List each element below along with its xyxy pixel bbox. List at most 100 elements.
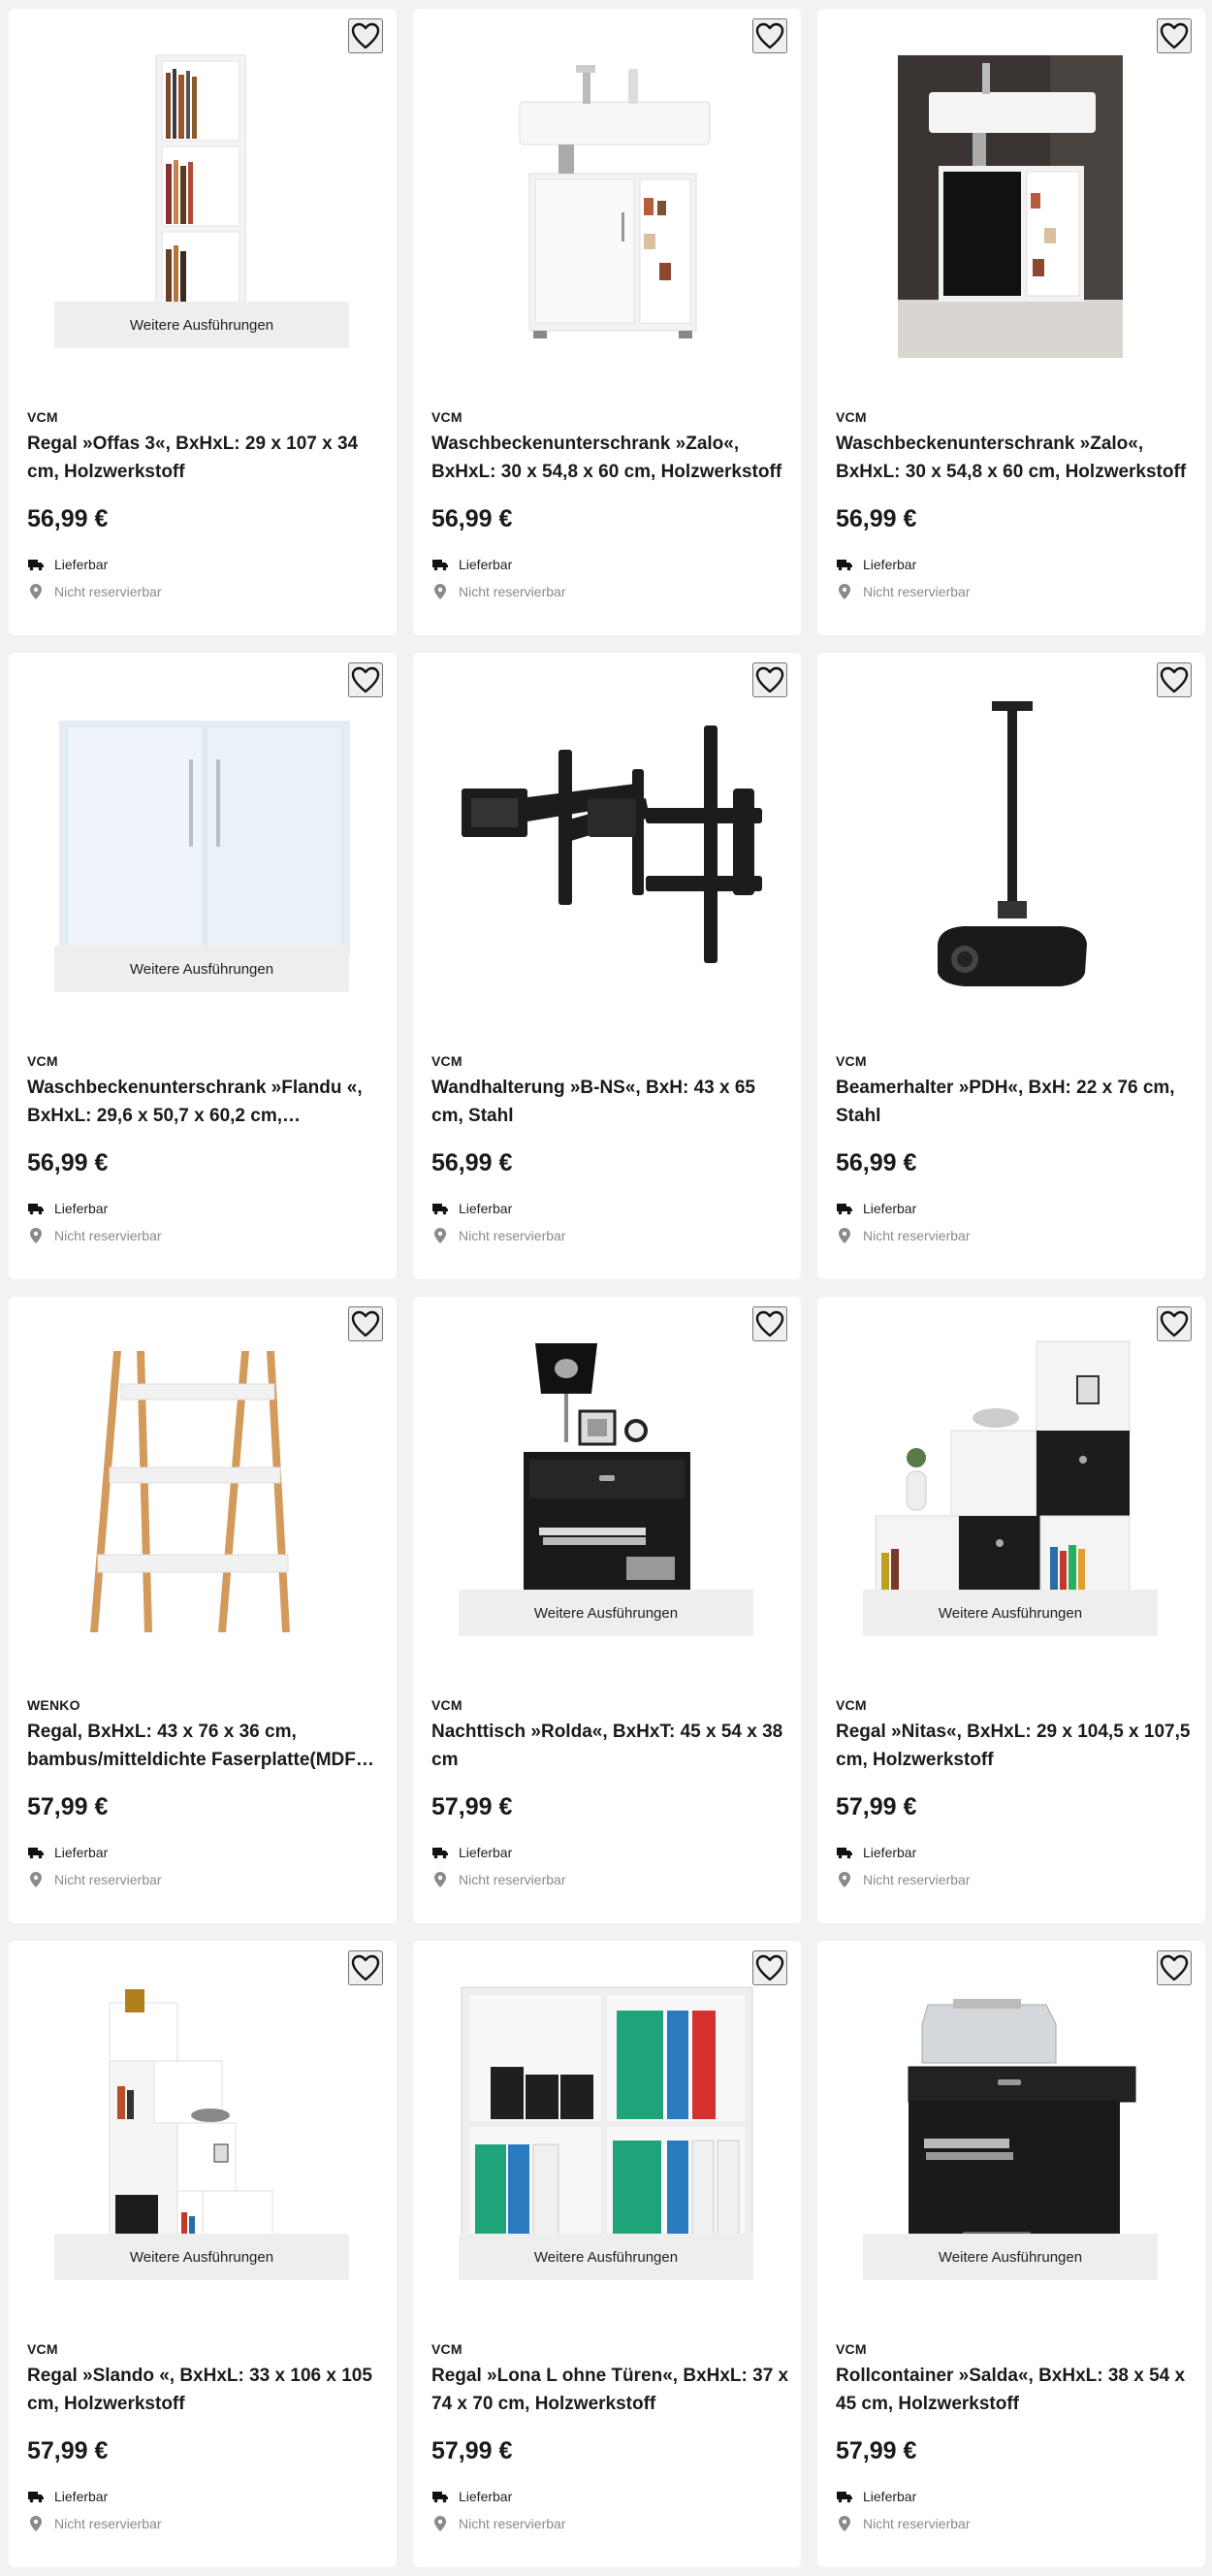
delivery-label: Lieferbar: [459, 1845, 513, 1860]
product-brand: VCM: [431, 409, 462, 425]
product-title[interactable]: Waschbeckenunterschrank »Flandu «, BxHxL…: [27, 1074, 386, 1130]
location-pin-icon: [434, 2516, 446, 2531]
wishlist-heart-icon[interactable]: [1157, 1950, 1192, 1985]
store-label: Nicht reservierbar: [54, 2516, 162, 2531]
location-pin-icon: [839, 584, 850, 599]
product-price: 56,99 €: [27, 1149, 109, 1176]
product-title[interactable]: Beamerhalter »PDH«, BxH: 22 x 76 cm, Sta…: [836, 1074, 1195, 1130]
tv-mount-image[interactable]: [413, 653, 801, 1041]
location-pin-icon: [839, 1872, 850, 1887]
product-price: 57,99 €: [836, 2437, 917, 2464]
store-label: Nicht reservierbar: [459, 584, 566, 599]
location-pin-icon: [434, 584, 446, 599]
product-title[interactable]: Regal »Slando «, BxHxL: 33 x 106 x 105 c…: [27, 2362, 386, 2418]
wishlist-heart-icon[interactable]: [1157, 662, 1192, 697]
store-label: Nicht reservierbar: [459, 1872, 566, 1887]
delivery-label: Lieferbar: [459, 1201, 513, 1216]
product-brand: VCM: [431, 1697, 462, 1713]
location-pin-icon: [30, 2516, 42, 2531]
store-status: Nicht reservierbar: [27, 2515, 161, 2532]
wishlist-heart-icon[interactable]: [752, 1950, 787, 1985]
truck-icon: [28, 2492, 44, 2503]
product-card[interactable]: Weitere Ausführungen VCM Regal »Nitas«, …: [817, 1297, 1205, 1923]
product-card[interactable]: Weitere Ausführungen VCM Waschbeckenunte…: [9, 653, 397, 1279]
product-card[interactable]: VCM Waschbeckenunterschrank »Zalo«, BxHx…: [413, 9, 801, 635]
more-variants-button[interactable]: Weitere Ausführungen: [459, 1590, 753, 1636]
sink-cabinet-white-image[interactable]: [413, 9, 801, 397]
store-status: Nicht reservierbar: [27, 583, 161, 600]
product-price: 57,99 €: [27, 2437, 109, 2464]
wishlist-heart-icon[interactable]: [1157, 1306, 1192, 1341]
delivery-status: Lieferbar: [836, 1200, 916, 1217]
product-title[interactable]: Nachttisch »Rolda«, BxHxT: 45 x 54 x 38 …: [431, 1718, 790, 1774]
sink-cabinet-black-image[interactable]: [817, 9, 1205, 397]
product-card[interactable]: VCM Beamerhalter »PDH«, BxH: 22 x 76 cm,…: [817, 653, 1205, 1279]
delivery-label: Lieferbar: [459, 557, 513, 572]
product-brand: VCM: [836, 2341, 867, 2357]
truck-icon: [28, 1848, 44, 1859]
product-title[interactable]: Wandhalterung »B-NS«, BxH: 43 x 65 cm, S…: [431, 1074, 790, 1130]
location-pin-icon: [839, 2516, 850, 2531]
wishlist-heart-icon[interactable]: [348, 1950, 383, 1985]
delivery-status: Lieferbar: [431, 2488, 512, 2505]
product-brand: WENKO: [27, 1697, 80, 1713]
product-card[interactable]: VCM Wandhalterung »B-NS«, BxH: 43 x 65 c…: [413, 653, 801, 1279]
delivery-status: Lieferbar: [431, 1200, 512, 1217]
location-pin-icon: [30, 1872, 42, 1887]
product-card[interactable]: VCM Waschbeckenunterschrank »Zalo«, BxHx…: [817, 9, 1205, 635]
product-card[interactable]: Weitere Ausführungen VCM Regal »Offas 3«…: [9, 9, 397, 635]
product-card[interactable]: Weitere Ausführungen VCM Regal »Slando «…: [9, 1941, 397, 2567]
truck-icon: [432, 1848, 448, 1859]
truck-icon: [432, 1204, 448, 1215]
delivery-label: Lieferbar: [863, 1845, 917, 1860]
product-card[interactable]: Weitere Ausführungen VCM Nachttisch »Rol…: [413, 1297, 801, 1923]
product-title[interactable]: Waschbeckenunterschrank »Zalo«, BxHxL: 3…: [431, 430, 790, 486]
product-brand: VCM: [431, 1053, 462, 1069]
more-variants-button[interactable]: Weitere Ausführungen: [54, 946, 349, 992]
delivery-status: Lieferbar: [27, 2488, 108, 2505]
store-status: Nicht reservierbar: [431, 583, 565, 600]
product-title[interactable]: Regal »Lona L ohne Türen«, BxHxL: 37 x 7…: [431, 2362, 790, 2418]
product-brand: VCM: [27, 2341, 58, 2357]
location-pin-icon: [839, 1228, 850, 1243]
product-card[interactable]: Weitere Ausführungen VCM Regal »Lona L o…: [413, 1941, 801, 2567]
wishlist-heart-icon[interactable]: [752, 662, 787, 697]
bamboo-shelf-image[interactable]: [9, 1297, 397, 1685]
product-title[interactable]: Regal »Offas 3«, BxHxL: 29 x 107 x 34 cm…: [27, 430, 386, 486]
product-card[interactable]: Weitere Ausführungen VCM Rollcontainer »…: [817, 1941, 1205, 2567]
delivery-status: Lieferbar: [431, 1844, 512, 1861]
delivery-status: Lieferbar: [836, 2488, 916, 2505]
more-variants-button[interactable]: Weitere Ausführungen: [863, 2234, 1158, 2280]
projector-mount-image[interactable]: [817, 653, 1205, 1041]
delivery-label: Lieferbar: [863, 1201, 917, 1216]
more-variants-button[interactable]: Weitere Ausführungen: [54, 302, 349, 348]
store-status: Nicht reservierbar: [836, 1227, 970, 1244]
product-brand: VCM: [836, 409, 867, 425]
product-card[interactable]: WENKO Regal, BxHxL: 43 x 76 x 36 cm, bam…: [9, 1297, 397, 1923]
wishlist-heart-icon[interactable]: [752, 1306, 787, 1341]
store-status: Nicht reservierbar: [27, 1227, 161, 1244]
product-title[interactable]: Regal, BxHxL: 43 x 76 x 36 cm, bambus/mi…: [27, 1718, 386, 1774]
truck-icon: [837, 1204, 852, 1215]
product-brand: VCM: [27, 1053, 58, 1069]
wishlist-heart-icon[interactable]: [348, 18, 383, 53]
product-title[interactable]: Waschbeckenunterschrank »Zalo«, BxHxL: 3…: [836, 430, 1195, 486]
store-status: Nicht reservierbar: [836, 583, 970, 600]
wishlist-heart-icon[interactable]: [752, 18, 787, 53]
wishlist-heart-icon[interactable]: [348, 662, 383, 697]
more-variants-button[interactable]: Weitere Ausführungen: [863, 1590, 1158, 1636]
location-pin-icon: [30, 1228, 42, 1243]
more-variants-button[interactable]: Weitere Ausführungen: [54, 2234, 349, 2280]
product-title[interactable]: Regal »Nitas«, BxHxL: 29 x 104,5 x 107,5…: [836, 1718, 1195, 1774]
truck-icon: [432, 2492, 448, 2503]
store-status: Nicht reservierbar: [431, 1227, 565, 1244]
wishlist-heart-icon[interactable]: [348, 1306, 383, 1341]
store-status: Nicht reservierbar: [27, 1871, 161, 1888]
wishlist-heart-icon[interactable]: [1157, 18, 1192, 53]
store-status: Nicht reservierbar: [431, 1871, 565, 1888]
more-variants-button[interactable]: Weitere Ausführungen: [459, 2234, 753, 2280]
product-price: 56,99 €: [431, 505, 513, 532]
truck-icon: [837, 2492, 852, 2503]
product-title[interactable]: Rollcontainer »Salda«, BxHxL: 38 x 54 x …: [836, 2362, 1195, 2418]
delivery-status: Lieferbar: [27, 1844, 108, 1861]
